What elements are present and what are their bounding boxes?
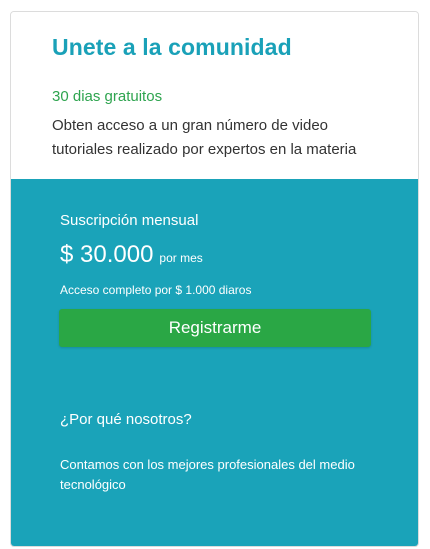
card-description: Obten acceso a un gran número de video t… [52,117,357,158]
register-button[interactable]: Registrarme [59,309,371,347]
plan-price: $ 30.000 por mes [60,241,203,269]
free-trial-label: 30 dias gratuitos [52,88,163,105]
plan-name: Suscripción mensual [60,212,199,229]
card-title: Unete a la comunidad [52,34,292,60]
price-amount: $ 30.000 [60,241,154,268]
price-period: por mes [159,251,203,265]
plan-panel: Suscripción mensual $ 30.000 por mes Acce… [11,179,418,546]
why-us-text: Contamos con los mejores profesionales d… [60,457,355,492]
card-header: Unete a la comunidad 30 dias gratuitos O… [11,12,418,179]
access-note: Acceso completo por $ 1.000 diaros [60,283,252,297]
subscription-card: Unete a la comunidad 30 dias gratuitos O… [10,11,419,547]
why-us-heading: ¿Por qué nosotros? [60,411,192,428]
